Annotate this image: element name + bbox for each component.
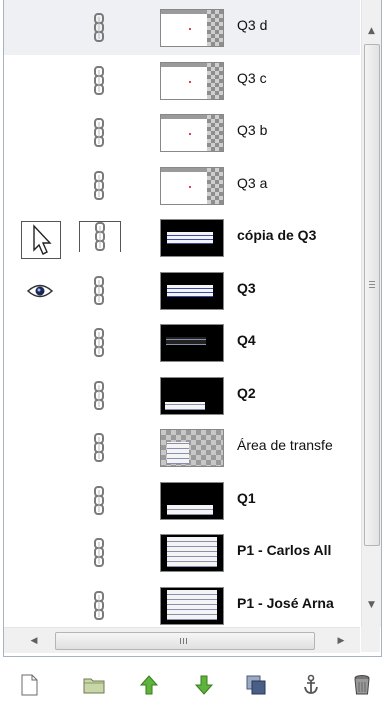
- scroll-right-arrow-icon[interactable]: ▶: [331, 628, 351, 653]
- raise-layer-button[interactable]: [136, 672, 162, 698]
- scroll-grip-icon: [180, 638, 187, 644]
- layer-row[interactable]: Q3 d: [4, 0, 360, 55]
- layer-row[interactable]: Q3 c: [4, 53, 360, 108]
- vertical-scrollbar[interactable]: ▲ ▼: [361, 0, 381, 627]
- chain-link-icon[interactable]: [79, 429, 119, 467]
- anchor-layer-icon: [304, 674, 318, 694]
- layer-thumbnail[interactable]: [160, 324, 224, 362]
- layer-row[interactable]: Q3 b: [4, 105, 360, 160]
- layer-row[interactable]: Área de transfe: [4, 420, 360, 475]
- duplicate-layer-icon: [246, 675, 266, 695]
- visibility-toggle[interactable]: [22, 13, 58, 43]
- scroll-down-arrow-icon[interactable]: ▼: [362, 596, 381, 614]
- layer-row[interactable]: Q4: [4, 315, 360, 370]
- visibility-toggle[interactable]: [22, 171, 58, 201]
- layer-row[interactable]: P1 - José Arna: [4, 578, 360, 628]
- layer-thumbnail[interactable]: [160, 61, 224, 100]
- layer-thumbnail[interactable]: [160, 9, 224, 47]
- layer-row[interactable]: Q2: [4, 368, 360, 423]
- scrollbar-corner: [361, 627, 380, 652]
- layer-thumbnail[interactable]: [160, 376, 224, 415]
- layer-name[interactable]: Q4: [237, 332, 360, 348]
- new-layer-icon: [21, 674, 38, 696]
- layer-name[interactable]: Q3 b: [237, 122, 360, 138]
- new-group-button[interactable]: [81, 672, 107, 698]
- layer-thumbnail[interactable]: [160, 271, 224, 310]
- layer-thumbnail[interactable]: [160, 219, 224, 257]
- scroll-grip-icon: [369, 281, 375, 288]
- horizontal-scrollbar[interactable]: ◀ ▶: [4, 627, 360, 653]
- chain-link-icon[interactable]: [79, 114, 119, 152]
- layer-name[interactable]: Área de transfe: [237, 437, 360, 453]
- layers-toolbar: [3, 664, 381, 704]
- layer-name[interactable]: Q3 c: [237, 70, 360, 86]
- chain-link-icon[interactable]: [79, 9, 119, 47]
- layer-name[interactable]: Q3: [237, 280, 360, 296]
- chain-link-icon[interactable]: [79, 587, 119, 625]
- duplicate-layer-button[interactable]: [243, 672, 269, 698]
- chain-link-icon[interactable]: [79, 534, 119, 572]
- delete-layer-icon: [354, 675, 370, 695]
- chain-link-icon[interactable]: [79, 324, 119, 362]
- layer-thumbnail[interactable]: [160, 114, 224, 152]
- new-layer-button[interactable]: [16, 672, 42, 698]
- raise-layer-icon: [139, 675, 159, 695]
- layer-row[interactable]: P1 - Carlos All: [4, 525, 360, 580]
- mouse-cursor-icon[interactable]: [21, 221, 61, 259]
- layer-thumbnail[interactable]: [160, 166, 224, 205]
- layer-row[interactable]: Q1: [4, 473, 360, 528]
- scroll-left-arrow-icon[interactable]: ◀: [24, 628, 44, 653]
- vertical-scroll-thumb[interactable]: [364, 44, 380, 546]
- layer-name[interactable]: cópia de Q3: [237, 227, 360, 243]
- chain-link-icon[interactable]: [79, 482, 119, 520]
- visibility-toggle[interactable]: [22, 433, 58, 463]
- chain-link-icon[interactable]: [79, 62, 119, 100]
- layer-name[interactable]: Q1: [237, 490, 360, 506]
- horizontal-scroll-thumb[interactable]: [55, 632, 315, 650]
- visibility-toggle[interactable]: [22, 381, 58, 411]
- chain-link-icon[interactable]: [79, 167, 119, 205]
- layer-thumbnail[interactable]: [160, 481, 224, 520]
- layer-name[interactable]: P1 - Carlos All: [237, 542, 360, 558]
- layer-name[interactable]: Q3 a: [237, 175, 360, 191]
- chain-link-icon[interactable]: [79, 377, 119, 415]
- delete-layer-button[interactable]: [349, 672, 375, 698]
- new-group-icon: [83, 678, 105, 694]
- visibility-toggle[interactable]: [22, 538, 58, 568]
- layer-name[interactable]: Q3 d: [237, 17, 360, 33]
- layer-name[interactable]: Q2: [237, 385, 360, 401]
- layer-row[interactable]: Q3: [4, 263, 360, 318]
- visibility-eye-icon[interactable]: [22, 276, 58, 306]
- scroll-up-arrow-icon[interactable]: ▲: [362, 22, 381, 40]
- visibility-toggle[interactable]: [22, 328, 58, 358]
- layers-list: Q3 d Q3 c Q3 b Q3 a cópia de Q3 Q3 Q4 Q2 Área de…: [4, 0, 360, 627]
- lower-layer-button[interactable]: [191, 672, 217, 698]
- layer-thumbnail[interactable]: [160, 429, 224, 467]
- lower-layer-icon: [194, 675, 214, 695]
- layer-row[interactable]: Q3 a: [4, 158, 360, 213]
- layers-panel: Q3 d Q3 c Q3 b Q3 a cópia de Q3 Q3 Q4 Q2 Área de…: [3, 0, 382, 657]
- anchor-layer-button[interactable]: [298, 672, 324, 698]
- chain-link-icon[interactable]: [79, 221, 121, 252]
- layer-thumbnail[interactable]: [160, 586, 224, 625]
- visibility-toggle[interactable]: [22, 486, 58, 516]
- layer-thumbnail[interactable]: [160, 534, 224, 572]
- visibility-toggle[interactable]: [22, 66, 58, 96]
- layer-row[interactable]: cópia de Q3: [4, 210, 360, 265]
- layer-name[interactable]: P1 - José Arna: [237, 595, 360, 611]
- chain-link-icon[interactable]: [79, 272, 119, 310]
- visibility-toggle[interactable]: [22, 591, 58, 621]
- visibility-toggle[interactable]: [22, 118, 58, 148]
